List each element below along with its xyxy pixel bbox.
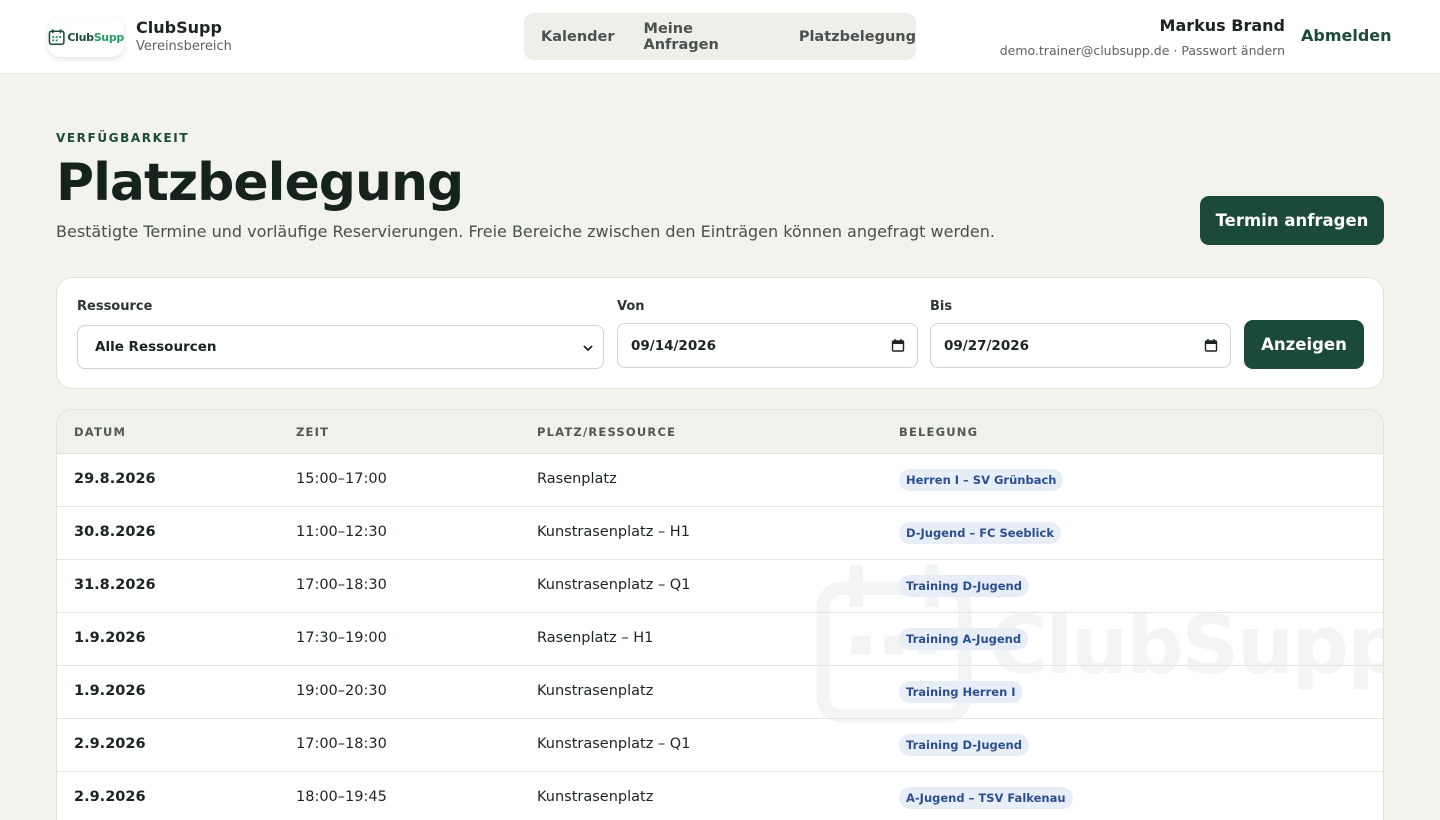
row-resource: Kunstrasenplatz [537, 789, 654, 805]
row-time: 11:00–12:30 [296, 524, 387, 540]
table-row: 1.9.2026 19:00–20:30 Kunstrasenplatz Tra… [57, 666, 1383, 719]
row-resource: Rasenplatz – H1 [537, 630, 654, 646]
row-time: 17:30–19:00 [296, 630, 387, 646]
column-header-booking: BELEGUNG [899, 425, 979, 439]
row-date: 2.9.2026 [74, 736, 146, 752]
calendar-icon[interactable] [1204, 338, 1218, 353]
chevron-down-icon [583, 345, 593, 352]
row-time: 17:00–18:30 [296, 736, 387, 752]
column-header-time: ZEIT [296, 425, 330, 439]
booking-badge: A-Jugend – TSV Falkenau [899, 787, 1073, 809]
bookings-table: ClubSupp DATUM ZEIT PLATZ/RESSOURCE BELE… [56, 409, 1384, 820]
booking-badge: Training D-Jugend [899, 575, 1029, 597]
page-eyebrow: VERFÜGBARKEIT [56, 131, 190, 145]
row-resource: Kunstrasenplatz – Q1 [537, 736, 691, 752]
row-date: 1.9.2026 [74, 683, 146, 699]
booking-badge: D-Jugend – FC Seeblick [899, 522, 1061, 544]
row-time: 19:00–20:30 [296, 683, 387, 699]
row-time: 15:00–17:00 [296, 471, 387, 487]
column-header-resource: PLATZ/RESSOURCE [537, 425, 677, 439]
brand-subtitle: Vereinsbereich [136, 39, 232, 54]
user-info: Markus Brand demo.trainer@clubsupp.de · … [1000, 16, 1285, 58]
logo-text: ClubSupp [67, 30, 124, 44]
page-description: Bestätigte Termine und vorläufige Reserv… [56, 222, 995, 241]
row-time: 17:00–18:30 [296, 577, 387, 593]
table-row: 31.8.2026 17:00–18:30 Kunstrasenplatz – … [57, 560, 1383, 613]
booking-badge: Herren I – SV Grünbach [899, 469, 1064, 491]
top-bar: ClubSupp ClubSupp Vereinsbereich Kalende… [0, 0, 1440, 74]
nav-item-platzbelegung[interactable]: Platzbelegung [799, 29, 916, 45]
nav-item-kalender[interactable]: Kalender [541, 29, 615, 45]
filter-card: Ressource Alle Ressourcen Von 09/14/2026… [56, 277, 1384, 389]
calendar-icon[interactable] [891, 338, 905, 353]
row-date: 31.8.2026 [74, 577, 156, 593]
column-header-date: DATUM [74, 425, 127, 439]
user-name: Markus Brand [1159, 16, 1285, 35]
resource-select[interactable]: Alle Ressourcen [77, 325, 604, 369]
brand-name: ClubSupp [136, 18, 222, 37]
table-row: 2.9.2026 18:00–19:45 Kunstrasenplatz A-J… [57, 772, 1383, 820]
to-date-input[interactable]: 09/27/2026 [930, 323, 1231, 368]
row-date: 29.8.2026 [74, 471, 156, 487]
logo: ClubSupp [48, 17, 124, 57]
row-date: 1.9.2026 [74, 630, 146, 646]
brand[interactable]: ClubSupp ClubSupp Vereinsbereich [48, 17, 232, 57]
row-date: 2.9.2026 [74, 789, 146, 805]
row-resource: Rasenplatz [537, 471, 617, 487]
page-title: Platzbelegung [56, 153, 464, 213]
booking-badge: Training A-Jugend [899, 628, 1029, 650]
table-row: 30.8.2026 11:00–12:30 Kunstrasenplatz – … [57, 507, 1383, 560]
table-row: 1.9.2026 17:30–19:00 Rasenplatz – H1 Tra… [57, 613, 1383, 666]
booking-badge: Training D-Jugend [899, 734, 1029, 756]
request-appointment-button[interactable]: Termin anfragen [1200, 196, 1384, 245]
to-label: Bis [930, 299, 953, 314]
table-header: DATUM ZEIT PLATZ/RESSOURCE BELEGUNG [57, 410, 1383, 454]
row-resource: Kunstrasenplatz – H1 [537, 524, 690, 540]
resource-select-value: Alle Ressourcen [95, 339, 217, 355]
row-date: 30.8.2026 [74, 524, 156, 540]
row-time: 18:00–19:45 [296, 789, 387, 805]
nav-item-meine-anfragen[interactable]: Meine Anfragen [644, 21, 770, 53]
from-label: Von [617, 299, 645, 314]
resource-label: Ressource [77, 299, 153, 314]
booking-badge: Training Herren I [899, 681, 1023, 703]
calendar-logo-icon [48, 29, 65, 45]
show-button[interactable]: Anzeigen [1244, 320, 1364, 369]
from-date-input[interactable]: 09/14/2026 [617, 323, 918, 368]
logout-button[interactable]: Abmelden [1301, 26, 1392, 45]
table-row: 2.9.2026 17:00–18:30 Kunstrasenplatz – Q… [57, 719, 1383, 772]
main-nav: Kalender Meine Anfragen Platzbelegung [524, 13, 916, 60]
user-email: demo.trainer@clubsupp.de [999, 43, 1170, 58]
from-date-value: 09/14/2026 [631, 337, 717, 354]
to-date-value: 09/27/2026 [944, 337, 1030, 354]
change-password-link[interactable]: Passwort ändern [1181, 43, 1285, 58]
table-row: 29.8.2026 15:00–17:00 Rasenplatz Herren … [57, 454, 1383, 507]
row-resource: Kunstrasenplatz – Q1 [537, 577, 691, 593]
row-resource: Kunstrasenplatz [537, 683, 654, 699]
meta-separator: · [1173, 43, 1178, 58]
